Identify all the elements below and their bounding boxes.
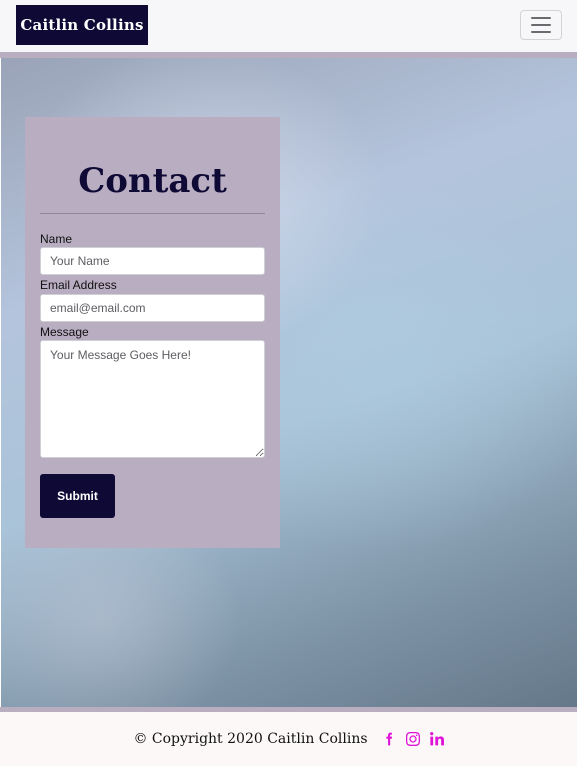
- contact-card: Contact Name Email Address Message Submi…: [25, 117, 280, 548]
- email-label: Email Address: [40, 278, 117, 292]
- title-divider: [40, 213, 265, 214]
- social-links: [382, 732, 444, 746]
- name-input[interactable]: [40, 247, 265, 275]
- brand-logo-link[interactable]: Caitlin Collins: [16, 5, 148, 45]
- linkedin-icon: [429, 732, 444, 746]
- instagram-icon: [405, 732, 420, 746]
- instagram-link[interactable]: [405, 732, 420, 746]
- navbar: Caitlin Collins: [0, 0, 577, 52]
- message-textarea[interactable]: [40, 340, 265, 458]
- hamburger-menu-icon: [531, 17, 551, 19]
- copyright-text: © Copyright 2020 Caitlin Collins: [133, 731, 368, 747]
- linkedin-link[interactable]: [429, 732, 444, 746]
- email-input[interactable]: [40, 294, 265, 322]
- facebook-link[interactable]: [382, 732, 396, 746]
- message-label: Message: [40, 325, 89, 339]
- footer: © Copyright 2020 Caitlin Collins: [0, 712, 577, 766]
- hamburger-menu-icon-bar: [531, 31, 551, 33]
- hamburger-menu-icon-bar: [531, 24, 551, 26]
- navbar-toggler-button[interactable]: [520, 10, 562, 40]
- name-label: Name: [40, 232, 73, 246]
- submit-button[interactable]: Submit: [40, 474, 115, 518]
- facebook-icon: [385, 732, 392, 746]
- contact-title: Contact: [78, 161, 227, 201]
